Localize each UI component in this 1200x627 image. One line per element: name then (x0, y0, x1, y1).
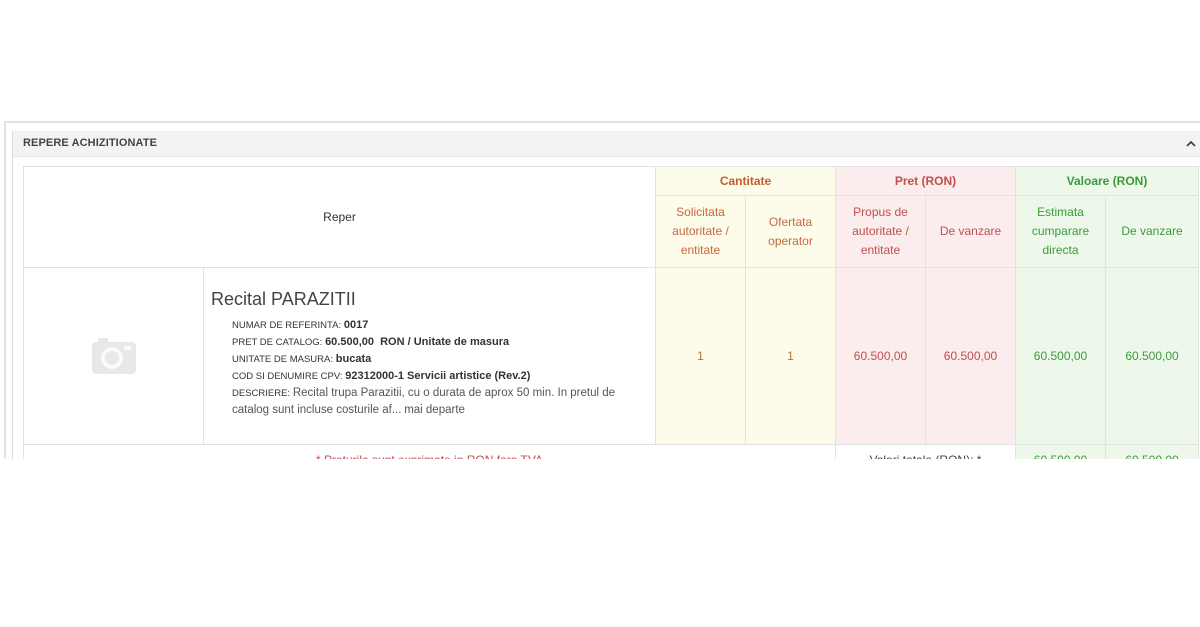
vat-note: * Preturile sunt exprimate in RON fara T… (23, 444, 836, 459)
ref-value: 0017 (343, 319, 369, 331)
unit-value: bucata (335, 353, 372, 365)
price-value: 60.500,00 RON / Unitate de masura (325, 336, 510, 348)
ofertata-header: Ofertata operator (745, 195, 836, 268)
cantitate-group-header: Cantitate (655, 166, 836, 196)
content-frame: REPERE ACHIZITIONATE Reper Cantitate Pre… (4, 121, 1200, 459)
cpv-label: COD SI DENUMIRE CPV: (232, 371, 343, 382)
estimata-value: 60.500,00 (1015, 267, 1106, 445)
reper-header: Reper (23, 166, 656, 268)
valoare-vanzare-header: De vanzare (1104, 195, 1200, 268)
camera-icon (91, 338, 136, 374)
estimata-header: Estimata cumparare directa (1015, 195, 1106, 268)
total-estimata: 60.500,00 (1015, 444, 1106, 459)
repere-panel: REPERE ACHIZITIONATE Reper Cantitate Pre… (12, 131, 1200, 459)
ofertata-value: 1 (745, 267, 836, 445)
item-title[interactable]: Recital PARAZITII (211, 288, 655, 310)
cpv-value: 92312000-1 Servicii artistice (Rev.2) (345, 370, 531, 382)
read-more-link[interactable]: mai departe (404, 404, 465, 416)
price-label: PRET DE CATALOG: (232, 337, 323, 348)
item-thumbnail[interactable] (23, 267, 204, 445)
ref-label: NUMAR DE REFERINTA: (232, 320, 342, 331)
table-row: Recital PARAZITII NUMAR DE REFERINTA: 00… (23, 267, 1200, 445)
totals-label: Valori totale (RON): * (835, 444, 1016, 459)
pret-vanzare-value: 60.500,00 (925, 267, 1016, 445)
valoare-group-header: Valoare (RON) (1014, 166, 1200, 196)
valoare-vanzare-value: 60.500,00 (1104, 267, 1200, 445)
solicitata-header: Solicitata autoritate / entitate (655, 195, 746, 268)
chevron-up-icon[interactable] (1185, 138, 1197, 150)
item-description-cell: Recital PARAZITII NUMAR DE REFERINTA: 00… (203, 267, 656, 445)
panel-title: REPERE ACHIZITIONATE (23, 137, 158, 149)
solicitata-value: 1 (655, 267, 746, 445)
totals-row: * Preturile sunt exprimate in RON fara T… (23, 444, 1200, 459)
propus-value: 60.500,00 (835, 267, 926, 445)
unit-label: UNITATE DE MASURA: (232, 354, 333, 365)
pret-vanzare-header: De vanzare (925, 195, 1016, 268)
propus-header: Propus de autoritate / entitate (835, 195, 926, 268)
items-table: Reper Cantitate Pret (RON) Valoare (RON)… (23, 166, 1200, 459)
panel-header[interactable]: REPERE ACHIZITIONATE (13, 131, 1200, 157)
pret-group-header: Pret (RON) (835, 166, 1016, 196)
desc-label: DESCRIERE: (232, 388, 291, 399)
total-vanzare: 60.500,00 (1104, 444, 1200, 459)
